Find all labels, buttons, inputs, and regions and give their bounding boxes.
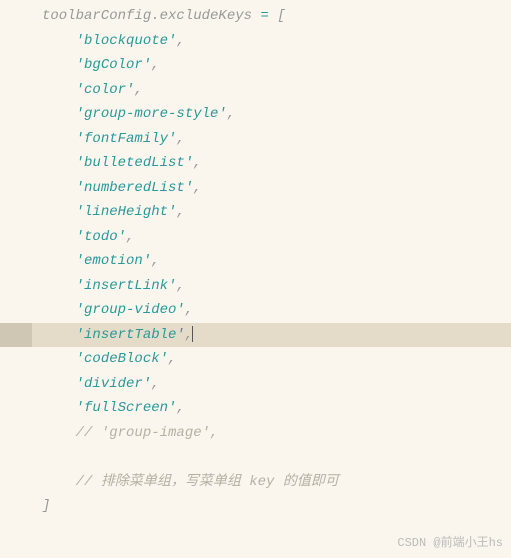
code-line-item: 'numberedList', [0, 176, 511, 201]
watermark: CSDN @前端小王hs [397, 533, 503, 554]
code-line-item: 'divider', [0, 372, 511, 397]
code-line-item: 'blockquote', [0, 29, 511, 54]
text-cursor [192, 326, 193, 342]
code-line-item: 'lineHeight', [0, 200, 511, 225]
code-line-item: 'bulletedList', [0, 151, 511, 176]
code-line-item: 'insertLink', [0, 274, 511, 299]
code-line-item: 'fullScreen', [0, 396, 511, 421]
code-line-item: 'group-video', [0, 298, 511, 323]
code-line-item: 'fontFamily', [0, 127, 511, 152]
code-line-comment: // 排除菜单组，写菜单组 key 的值即可 [0, 470, 511, 495]
property-name: excludeKeys [160, 8, 252, 24]
code-line-item: 'group-more-style', [0, 102, 511, 127]
code-line-item: 'codeBlock', [0, 347, 511, 372]
code-block: toolbarConfig.excludeKeys = [ 'blockquot… [0, 4, 511, 519]
object-name: toolbarConfig [42, 8, 151, 24]
code-line-declaration: toolbarConfig.excludeKeys = [ [0, 4, 511, 29]
code-line-item: 'color', [0, 78, 511, 103]
code-line-comment: // 'group-image', [0, 421, 511, 446]
code-line-close: ] [0, 494, 511, 519]
code-line-item: 'emotion', [0, 249, 511, 274]
code-line-item: 'bgColor', [0, 53, 511, 78]
code-line-blank [0, 445, 511, 470]
code-line-item: 'todo', [0, 225, 511, 250]
gutter-highlight [0, 323, 32, 348]
code-line-item-active: 'insertTable', [0, 323, 511, 348]
